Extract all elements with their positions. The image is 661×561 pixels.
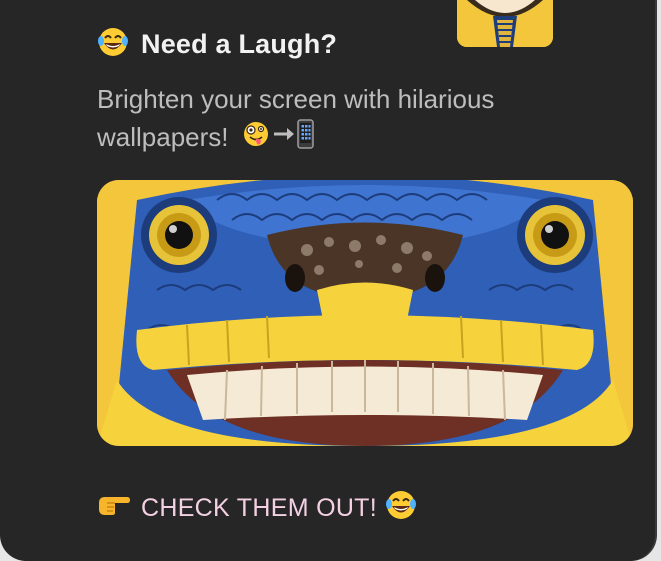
- laughing-tears-emoji-icon: [97, 26, 129, 63]
- preview-thumbnail[interactable]: [457, 0, 553, 47]
- cta-label: CHECK THEM OUT!: [141, 493, 377, 522]
- hero-wallpaper-image[interactable]: [97, 180, 633, 446]
- snake-thumbnail-image: [457, 0, 553, 47]
- grinning-lizard-image: [97, 180, 633, 446]
- laughing-tears-emoji-icon: [385, 489, 417, 528]
- cta-link[interactable]: CHECK THEM OUT!: [97, 490, 417, 526]
- post-title: Need a Laugh?: [141, 28, 338, 59]
- post-card: Need a Laugh? Brighten your screen with …: [0, 0, 655, 561]
- pointing-hand-emoji-icon: [97, 493, 131, 524]
- post-subtitle-block: Brighten your screen with hilarious wall…: [97, 80, 567, 160]
- zany-face-emoji-icon: [242, 120, 270, 158]
- arrow-to-phone-emoji-icon: [272, 118, 316, 160]
- post-title-row: Need a Laugh?: [97, 26, 337, 62]
